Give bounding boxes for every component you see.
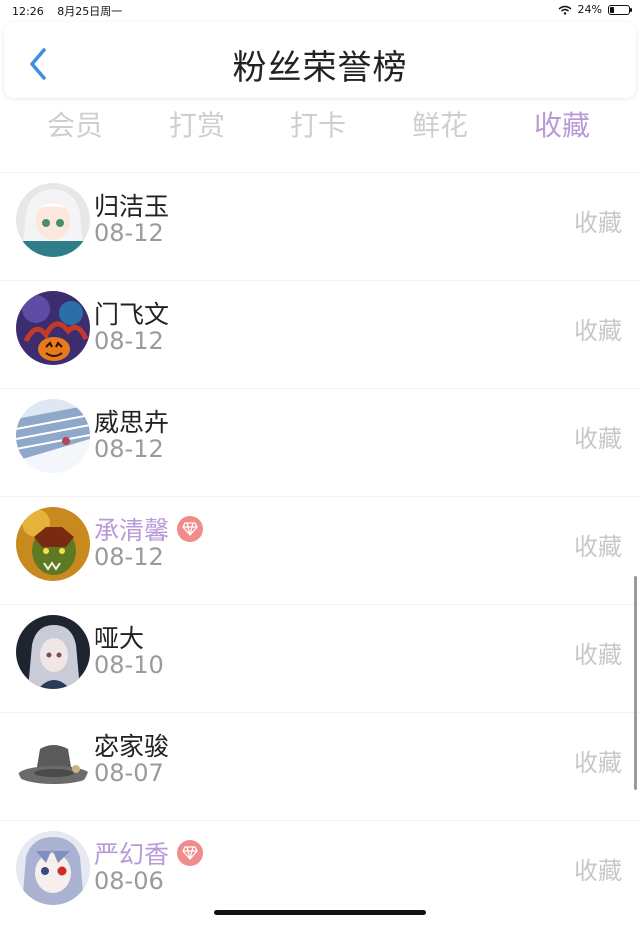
favorite-date: 08-10 bbox=[94, 651, 164, 679]
favorite-label: 收藏 bbox=[574, 857, 622, 885]
favorite-date: 08-12 bbox=[94, 435, 164, 463]
status-date: 8月25日周一 bbox=[57, 5, 123, 18]
diamond-icon bbox=[177, 516, 204, 542]
battery-fill bbox=[610, 6, 614, 13]
tab-bar: 会员 打赏 打卡 鲜花 收藏 bbox=[0, 104, 640, 148]
status-time: 12:26 bbox=[12, 5, 44, 18]
favorite-label: 收藏 bbox=[574, 317, 622, 345]
list-item[interactable]: 门飞文 08-12 收藏 bbox=[0, 280, 640, 388]
home-indicator[interactable] bbox=[214, 910, 426, 915]
user-name: 哑大 bbox=[94, 624, 145, 653]
avatar bbox=[16, 291, 90, 365]
tab-favorites[interactable]: 收藏 bbox=[512, 104, 612, 144]
tab-checkin[interactable]: 打卡 bbox=[268, 104, 368, 144]
status-bar: 12:26 8月25日周一 24% bbox=[0, 0, 640, 20]
list-item[interactable]: 宓家骏 08-07 收藏 bbox=[0, 712, 640, 820]
list-item[interactable]: 归洁玉 08-12 收藏 bbox=[0, 172, 640, 280]
favorite-date: 08-07 bbox=[94, 759, 164, 787]
fan-list: 归洁玉 08-12 收藏 门飞文 08-12 收藏 威思卉 08-12 收藏 承… bbox=[0, 172, 640, 928]
diamond-icon bbox=[177, 840, 204, 866]
battery-percent: 24% bbox=[577, 3, 602, 16]
wifi-icon bbox=[558, 5, 572, 15]
favorite-label: 收藏 bbox=[574, 209, 622, 237]
page-title: 粉丝荣誉榜 bbox=[232, 48, 408, 88]
header-bar: 粉丝荣誉榜 bbox=[4, 22, 636, 98]
avatar bbox=[16, 723, 90, 797]
tab-tip[interactable]: 打赏 bbox=[147, 104, 247, 144]
avatar bbox=[16, 399, 90, 473]
avatar bbox=[16, 615, 90, 689]
status-right: 24% bbox=[558, 3, 632, 16]
avatar bbox=[16, 183, 90, 257]
avatar bbox=[16, 831, 90, 905]
favorite-label: 收藏 bbox=[574, 641, 622, 669]
list-item[interactable]: 承清馨 08-12 收藏 bbox=[0, 496, 640, 604]
favorite-label: 收藏 bbox=[574, 749, 622, 777]
tab-flowers[interactable]: 鲜花 bbox=[390, 104, 490, 144]
favorite-label: 收藏 bbox=[574, 533, 622, 561]
battery-icon bbox=[608, 4, 632, 15]
favorite-date: 08-12 bbox=[94, 543, 164, 571]
tab-member[interactable]: 会员 bbox=[25, 104, 125, 144]
favorite-date: 08-06 bbox=[94, 867, 164, 895]
scrollbar[interactable] bbox=[634, 576, 637, 790]
avatar bbox=[16, 507, 90, 581]
user-name: 严幻香 bbox=[94, 840, 170, 869]
user-name: 承清馨 bbox=[94, 516, 170, 545]
favorite-label: 收藏 bbox=[574, 425, 622, 453]
favorite-date: 08-12 bbox=[94, 219, 164, 247]
user-name: 门飞文 bbox=[94, 300, 170, 329]
list-item[interactable]: 哑大 08-10 收藏 bbox=[0, 604, 640, 712]
user-name: 归洁玉 bbox=[94, 192, 170, 221]
user-name: 宓家骏 bbox=[94, 732, 170, 761]
user-name: 威思卉 bbox=[94, 408, 170, 437]
status-left: 12:26 8月25日周一 bbox=[12, 3, 132, 19]
list-item[interactable]: 威思卉 08-12 收藏 bbox=[0, 388, 640, 496]
favorite-date: 08-12 bbox=[94, 327, 164, 355]
